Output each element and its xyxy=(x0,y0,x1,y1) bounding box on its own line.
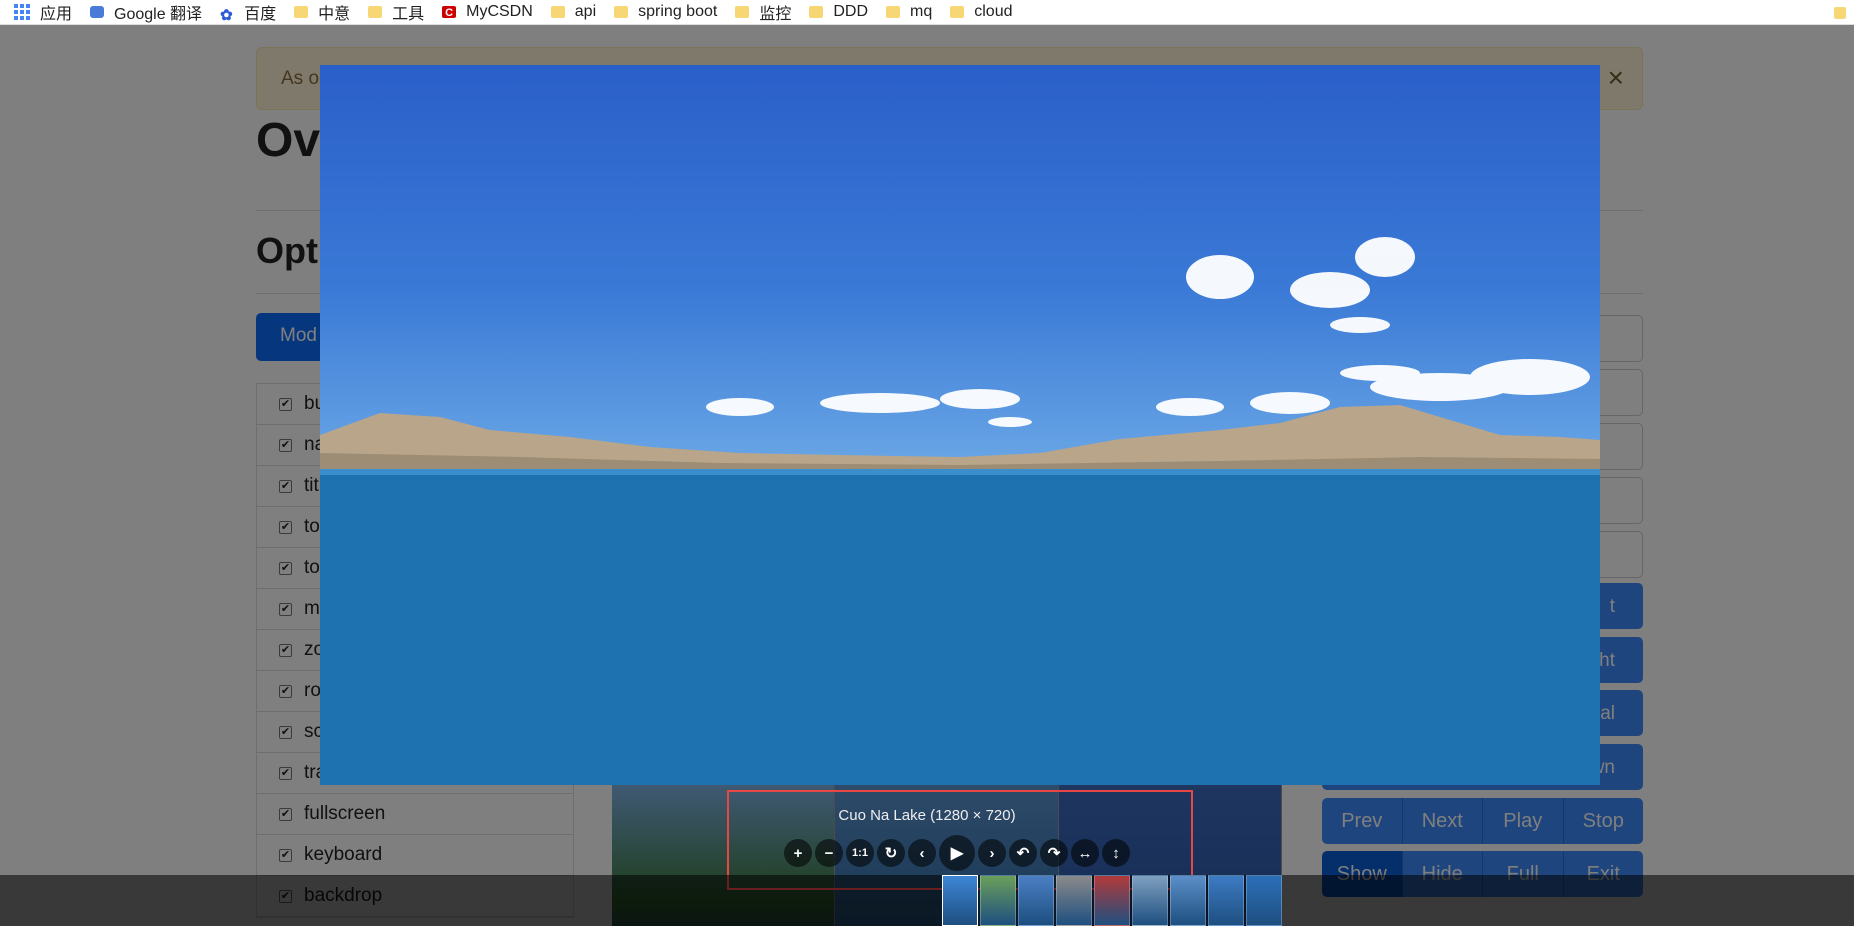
csdn-icon: C xyxy=(442,6,457,19)
bookmark-label: 百度 xyxy=(244,6,277,23)
bookmark-item[interactable]: 中意 xyxy=(294,0,350,24)
bookmarks-overflow[interactable] xyxy=(1834,0,1854,25)
thumbnail-item[interactable] xyxy=(1208,875,1244,926)
bookmark-label: mq xyxy=(910,3,933,20)
folder-icon xyxy=(735,6,750,18)
folder-icon xyxy=(614,6,629,18)
bookmark-item[interactable]: 监控 xyxy=(735,0,791,24)
bookmark-label: cloud xyxy=(974,3,1013,20)
play-button[interactable]: ▶ xyxy=(939,835,975,871)
bookmark-label: 监控 xyxy=(759,6,792,23)
thumbnail-item[interactable] xyxy=(1056,875,1092,926)
folder-icon xyxy=(809,6,824,18)
zoom-in-button[interactable]: + xyxy=(784,839,812,867)
thumbnail-item[interactable] xyxy=(1094,875,1130,926)
thumbnail-item[interactable] xyxy=(1132,875,1168,926)
bookmark-label: Google 翻译 xyxy=(114,6,203,23)
google-translate-icon xyxy=(90,6,105,18)
flip-vertical-button[interactable]: ↕ xyxy=(1102,839,1130,867)
folder-icon xyxy=(1834,6,1846,19)
reset-button[interactable]: ↻ xyxy=(877,839,905,867)
flip-horizontal-button[interactable]: ↔ xyxy=(1071,839,1099,867)
folder-icon xyxy=(950,6,965,18)
bookmark-item[interactable]: C MyCSDN xyxy=(442,3,533,21)
bookmark-label: DDD xyxy=(833,3,868,20)
bookmark-item[interactable]: 工具 xyxy=(368,0,424,24)
viewer-navbar xyxy=(0,875,1854,926)
bookmark-item[interactable]: cloud xyxy=(950,3,1012,21)
bookmark-label: 工具 xyxy=(392,6,425,23)
one-to-one-button[interactable]: 1:1 xyxy=(846,839,874,867)
thumbnail-item[interactable] xyxy=(1018,875,1054,926)
rotate-right-button[interactable]: ↷ xyxy=(1040,839,1068,867)
landscape-drawing xyxy=(320,237,1600,785)
bookmark-item[interactable]: mq xyxy=(886,3,932,21)
bookmark-item[interactable]: spring boot xyxy=(614,3,717,21)
zoom-out-button[interactable]: − xyxy=(815,839,843,867)
bookmark-label: api xyxy=(574,3,597,20)
folder-icon xyxy=(550,6,565,18)
apps-grid-icon xyxy=(14,4,30,20)
bookmark-label: 应用 xyxy=(40,6,73,23)
folder-icon xyxy=(294,6,309,18)
bookmark-item[interactable]: ✿ 百度 xyxy=(220,0,276,24)
bookmark-label: 中意 xyxy=(318,6,351,23)
viewer-title: Cuo Na Lake (1280 × 720) xyxy=(838,807,1016,824)
folder-icon xyxy=(886,6,900,18)
thumbnail-item[interactable] xyxy=(980,875,1016,926)
baidu-icon: ✿ xyxy=(220,7,233,24)
bookmark-item[interactable]: Google 翻译 xyxy=(90,0,202,24)
bookmark-item[interactable]: 应用 xyxy=(14,0,72,24)
bookmark-item[interactable]: api xyxy=(550,3,597,21)
viewer-thumbnail-list xyxy=(942,875,1282,926)
viewer-canvas-image[interactable] xyxy=(320,65,1600,785)
next-button[interactable]: › xyxy=(978,839,1006,867)
thumbnail-item[interactable] xyxy=(942,875,978,926)
folder-icon xyxy=(368,6,383,18)
bookmark-item[interactable]: DDD xyxy=(809,3,868,21)
bookmarks-bar: 应用 Google 翻译 ✿ 百度 中意 工具 C MyCSDN api spring boot 监… xyxy=(0,0,1854,25)
thumbnail-item[interactable] xyxy=(1246,875,1282,926)
thumbnail-item[interactable] xyxy=(1170,875,1206,926)
bookmark-label: MyCSDN xyxy=(466,3,533,20)
viewer-toolbar: + −1:1 ↻ ‹ ▶ › ↶ ↷ ↔ ↕ xyxy=(784,835,1130,871)
bookmark-label: spring boot xyxy=(638,3,718,20)
prev-button[interactable]: ‹ xyxy=(908,839,936,867)
rotate-left-button[interactable]: ↶ xyxy=(1009,839,1037,867)
